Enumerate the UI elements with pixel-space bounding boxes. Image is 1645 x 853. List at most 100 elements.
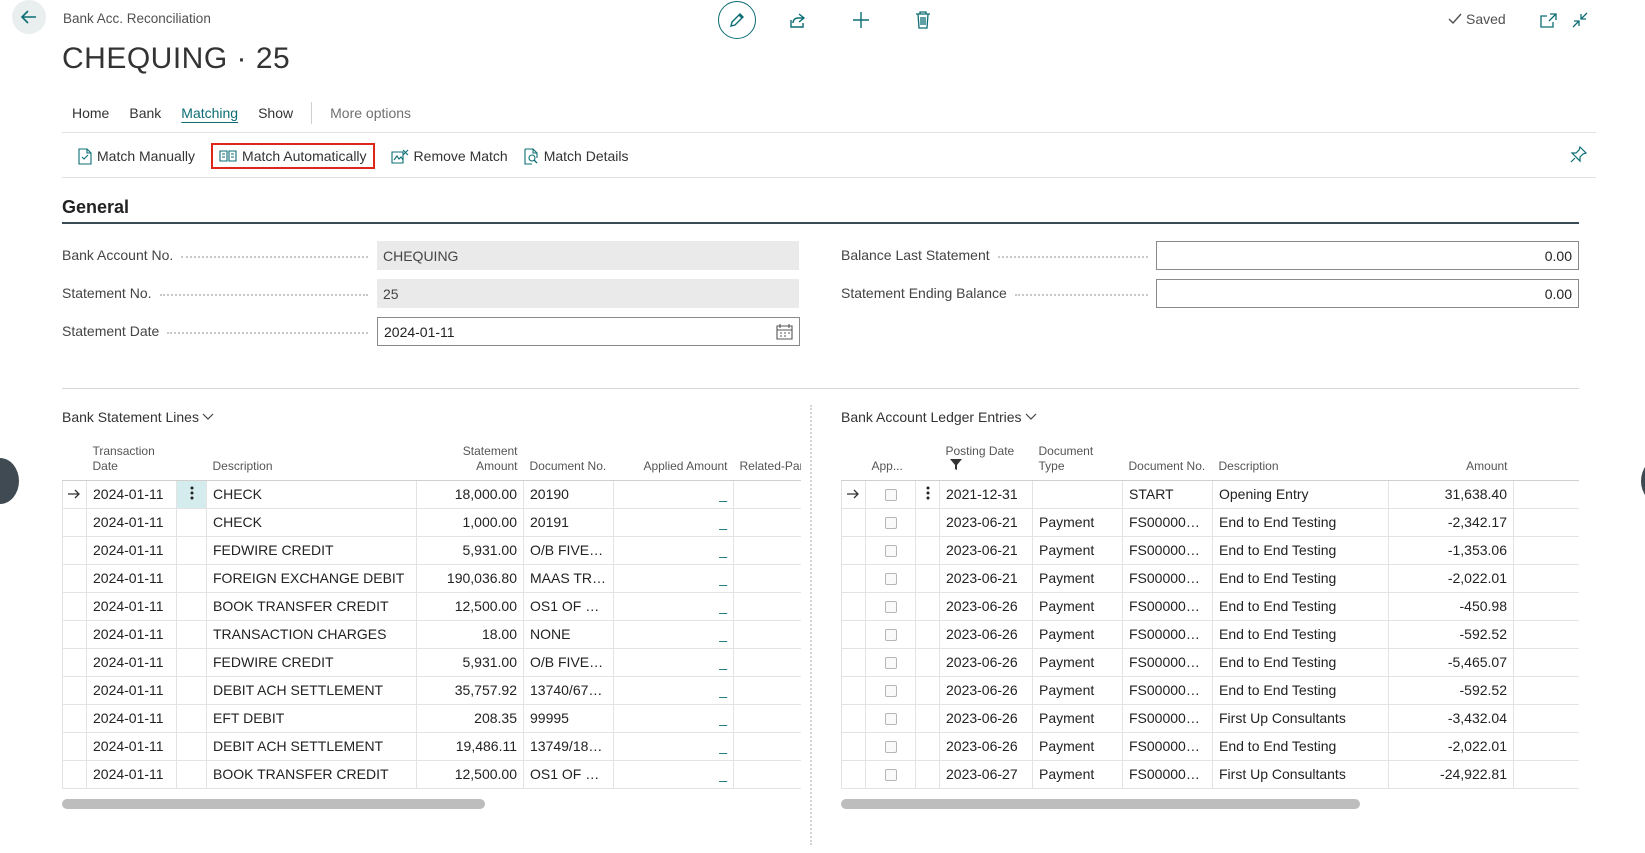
row-action-menu[interactable] [915,648,940,677]
statement-amount-cell[interactable]: 12,500.00 [416,592,524,621]
row-action-menu[interactable] [915,704,940,733]
applied-amount-cell[interactable]: _ [613,648,734,677]
statement-line-row[interactable]: 2024-01-11 FEDWIRE CREDIT 5,931.00 O/B FIVE… [62,536,801,565]
col-statement-amount[interactable]: Statement Amount [416,430,524,481]
statement-amount-cell[interactable]: 35,757.92 [416,676,524,705]
description-cell[interactable]: End to End Testing [1212,592,1389,621]
document-type-cell[interactable]: Payment [1032,732,1123,761]
remaining-amount-cell[interactable] [1513,592,1579,621]
document-no-cell[interactable]: O/B FIVE S... [523,648,614,677]
document-type-cell[interactable]: Payment [1032,508,1123,537]
applied-amount-cell[interactable]: _ [613,760,734,789]
row-action-menu[interactable] [176,732,207,761]
related-party-cell[interactable] [733,592,801,621]
applied-amount-cell[interactable]: _ [613,564,734,593]
row-action-menu[interactable] [176,760,207,789]
related-party-cell[interactable] [733,564,801,593]
transaction-date-cell[interactable]: 2024-01-11 [86,732,177,761]
applied-checkbox-cell[interactable] [865,564,916,593]
statement-amount-cell[interactable]: 1,000.00 [416,508,524,537]
description-cell[interactable]: CHECK [206,508,417,537]
bank-statement-lines-title[interactable]: Bank Statement Lines [62,409,214,425]
posting-date-cell[interactable]: 2023-06-26 [939,648,1033,677]
document-type-cell[interactable]: Payment [1032,760,1123,789]
statement-line-row[interactable]: 2024-01-11 BOOK TRANSFER CREDIT 12,500.00 O… [62,760,801,789]
amount-cell[interactable]: -2,022.01 [1388,732,1514,761]
document-no-cell[interactable]: OS1 OF 17... [523,760,614,789]
remaining-amount-cell[interactable]: - [1513,508,1579,537]
row-action-menu[interactable] [915,480,940,509]
col-description[interactable]: Description [206,430,417,481]
statement-lines-scroll-thumb[interactable] [62,799,485,809]
ledger-entry-row[interactable]: 2021-12-31 STARTOpening Entry31,638.403 [841,480,1579,509]
applied-checkbox[interactable] [884,629,897,642]
open-new-window-button[interactable] [1537,9,1559,31]
remaining-amount-cell[interactable]: - [1513,564,1579,593]
ledger-entries-scrollbar[interactable] [841,799,1579,809]
document-no-cell[interactable]: MAAS TRA... [523,564,614,593]
calendar-icon[interactable] [776,323,793,340]
document-no-cell[interactable]: 20190 [523,480,614,509]
remaining-amount-cell[interactable]: 3 [1513,480,1579,509]
description-cell[interactable]: BOOK TRANSFER CREDIT [206,592,417,621]
transaction-date-cell[interactable]: 2024-01-11 [86,676,177,705]
match-automatically-button[interactable]: Match Automatically [211,143,375,169]
document-no-cell[interactable]: FS00000033 [1122,648,1213,677]
new-button[interactable] [850,9,872,31]
transaction-date-cell[interactable]: 2024-01-11 [86,592,177,621]
statement-line-row[interactable]: 2024-01-11 BOOK TRANSFER CREDIT 12,500.00 O… [62,592,801,621]
applied-checkbox[interactable] [884,741,897,754]
ledger-entry-row[interactable]: 2023-06-26 Payment FS00000036 First Up Cons… [841,704,1579,733]
row-action-menu[interactable] [915,760,940,789]
applied-checkbox[interactable] [884,685,897,698]
applied-checkbox-cell[interactable] [865,676,916,705]
applied-checkbox-cell[interactable] [865,620,916,649]
ledger-entry-row[interactable]: 2023-06-26 Payment FS00000037 End to End Te… [841,732,1579,761]
applied-checkbox-cell[interactable] [865,704,916,733]
ledger-entry-row[interactable]: 2023-06-26 Payment FS00000031 End to End Te… [841,620,1579,649]
document-no-cell[interactable]: FS00000014 [1122,536,1213,565]
amount-cell[interactable]: -3,432.04 [1388,704,1514,733]
col-applied-amount[interactable]: Applied Amount [613,430,734,481]
statement-line-row[interactable]: 2024-01-11 EFT DEBIT 208.35 99995 _ [62,704,801,733]
ledger-entries-title[interactable]: Bank Account Ledger Entries [841,409,1037,425]
statement-amount-cell[interactable]: 12,500.00 [416,760,524,789]
document-no-cell[interactable]: FS00000034 [1122,676,1213,705]
description-cell[interactable]: EFT DEBIT [206,704,417,733]
description-cell[interactable]: TRANSACTION CHARGES [206,620,417,649]
applied-amount-cell[interactable]: _ [613,620,734,649]
row-action-menu[interactable] [915,592,940,621]
row-action-menu[interactable] [176,564,207,593]
remaining-amount-cell[interactable]: - [1513,536,1579,565]
applied-amount-cell[interactable]: _ [613,732,734,761]
transaction-date-cell[interactable]: 2024-01-11 [86,480,177,509]
description-cell[interactable]: End to End Testing [1212,648,1389,677]
document-type-cell[interactable]: Payment [1032,620,1123,649]
row-action-menu[interactable] [176,676,207,705]
ledger-entry-row[interactable]: 2023-06-26 Payment FS00000033 End to End Te… [841,648,1579,677]
col-document-no[interactable]: Document No. [523,430,614,481]
amount-cell[interactable]: -1,353.06 [1388,536,1514,565]
applied-amount-cell[interactable]: _ [613,676,734,705]
document-no-cell[interactable]: FS00000031 [1122,620,1213,649]
document-no-cell[interactable]: START [1122,480,1213,509]
menu-bank[interactable]: Bank [119,105,171,121]
col-document-type[interactable]: Document Type [1032,430,1123,481]
document-no-cell[interactable]: 13740/678... [523,676,614,705]
row-action-menu[interactable] [915,732,940,761]
applied-checkbox[interactable] [884,769,897,782]
statement-line-row[interactable]: 2024-01-11 FOREIGN EXCHANGE DEBIT 190,036.… [62,564,801,593]
document-no-cell[interactable]: FS00000013 [1122,508,1213,537]
edit-button[interactable] [718,1,756,39]
more-options[interactable]: More options [320,105,411,121]
transaction-date-cell[interactable]: 2024-01-11 [86,760,177,789]
transaction-date-cell[interactable]: 2024-01-11 [86,620,177,649]
posting-date-cell[interactable]: 2023-06-27 [939,760,1033,789]
statement-line-row[interactable]: 2024-01-11 CHECK 18,000.00 20190 _ [62,480,801,509]
document-type-cell[interactable]: Payment [1032,704,1123,733]
parts-divider[interactable] [810,405,812,845]
related-party-cell[interactable] [733,536,801,565]
document-type-cell[interactable]: Payment [1032,536,1123,565]
description-cell[interactable]: DEBIT ACH SETTLEMENT [206,676,417,705]
remaining-amount-cell[interactable]: -2 [1513,760,1579,789]
